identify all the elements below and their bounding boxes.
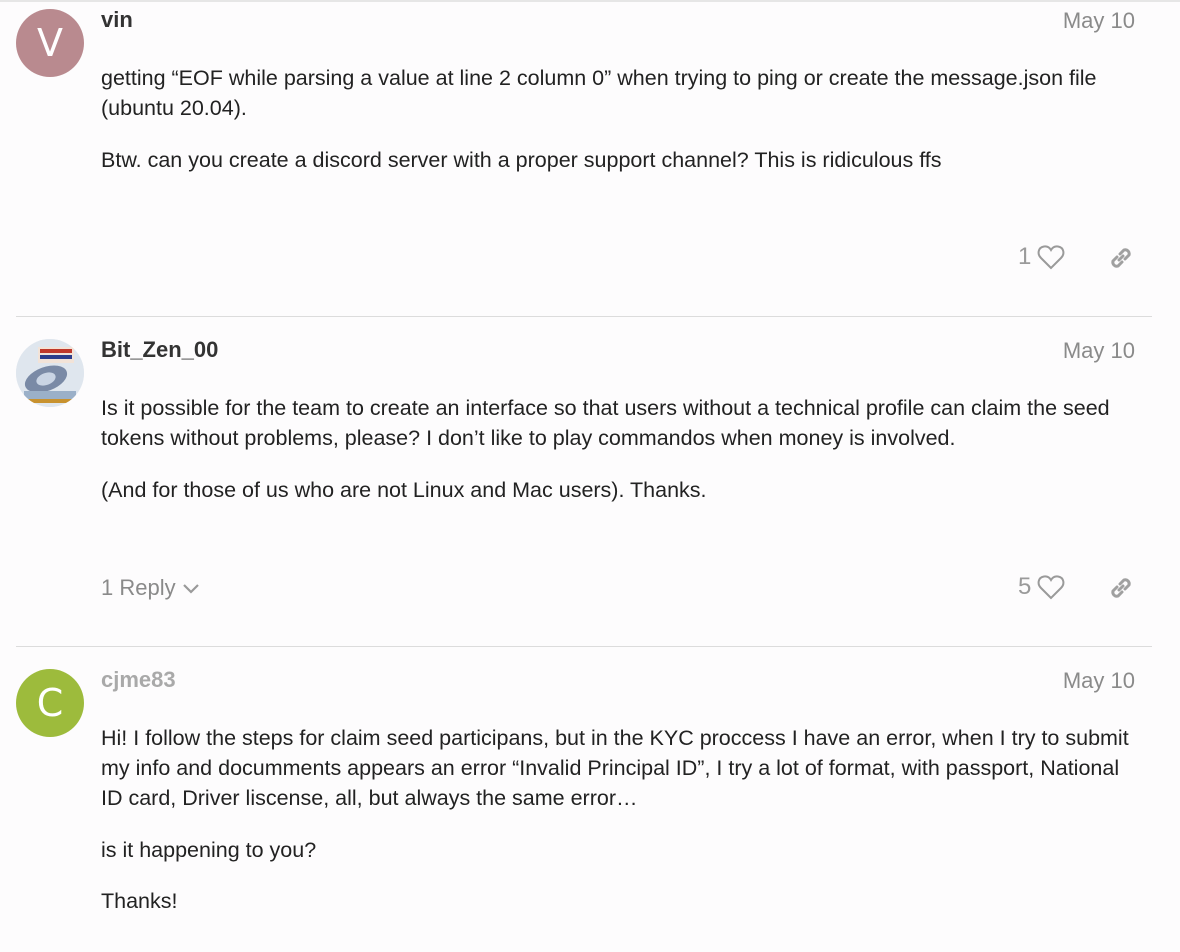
like-count[interactable]: 1: [1018, 243, 1031, 271]
post-paragraph: Btw. can you create a discord server wit…: [101, 148, 942, 172]
like-control[interactable]: 1: [1018, 243, 1065, 271]
post-paragraph: is it happening to you?: [101, 838, 317, 862]
reply-count-label[interactable]: 1 Reply: [101, 575, 176, 601]
post-paragraph: Hi! I follow the steps for claim seed pa…: [101, 726, 1129, 810]
post-paragraph: getting “EOF while parsing a value at li…: [101, 66, 1097, 120]
username[interactable]: cjme83: [101, 667, 176, 693]
post-date[interactable]: May 10: [1063, 668, 1135, 694]
technical-logo-avatar: [16, 339, 84, 407]
username[interactable]: Bit_Zen_00: [101, 337, 218, 363]
heart-icon[interactable]: [1037, 244, 1065, 270]
post-paragraph: Is it possible for the team to create an…: [101, 396, 1110, 450]
link-icon[interactable]: [1107, 574, 1135, 602]
post-date[interactable]: May 10: [1063, 338, 1135, 364]
chevron-down-icon[interactable]: [182, 582, 200, 594]
heart-icon[interactable]: [1037, 574, 1065, 600]
like-control[interactable]: 5: [1018, 573, 1065, 601]
like-count[interactable]: 5: [1018, 573, 1031, 601]
replies-toggle[interactable]: 1 Reply: [101, 575, 200, 601]
avatar[interactable]: [16, 339, 84, 407]
avatar-letter: C: [36, 681, 64, 725]
username[interactable]: vin: [101, 7, 133, 33]
post-divider: [16, 316, 1152, 317]
link-icon[interactable]: [1107, 244, 1135, 272]
post-divider: [16, 646, 1152, 647]
avatar[interactable]: C: [16, 669, 84, 737]
post-paragraph: Thanks!: [101, 889, 178, 913]
avatar-letter: V: [37, 21, 63, 65]
top-border: [0, 0, 1180, 2]
post-date[interactable]: May 10: [1063, 8, 1135, 34]
avatar[interactable]: V: [16, 9, 84, 77]
post-paragraph: (And for those of us who are not Linux a…: [101, 478, 707, 502]
